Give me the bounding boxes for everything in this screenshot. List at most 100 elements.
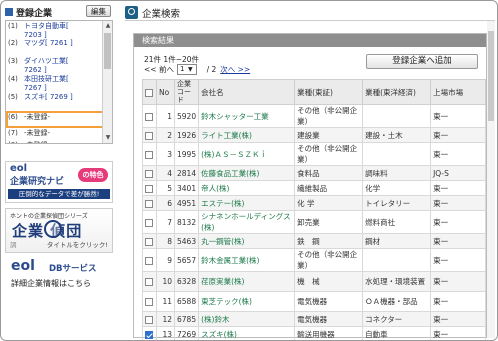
- row-company-name[interactable]: スズキ(株): [198, 326, 296, 340]
- row-no: 12: [156, 311, 175, 327]
- scroll-thumb[interactable]: [104, 33, 111, 69]
- list-item[interactable]: (2) マツダ[ 7261 ]: [6, 39, 102, 48]
- db-service-link[interactable]: 詳細企業情報はこちら: [11, 278, 91, 289]
- table-row: 5 3401 帝人(株) 繊維製品 化学 東一: [142, 180, 486, 196]
- list-item-label[interactable]: マツダ[ 7261 ]: [24, 39, 73, 48]
- row-checkbox[interactable]: [145, 278, 153, 286]
- row-industry-toyo: 建設・土木: [362, 127, 432, 143]
- eol-db-service-banner[interactable]: eol DBサービス 詳細企業情報はこちら: [5, 258, 113, 294]
- row-checkbox-cell[interactable]: [142, 326, 157, 340]
- table-row: 12 6785 (株)鈴木 電気機器 コネクター 東一: [142, 311, 486, 327]
- row-checkbox[interactable]: [145, 112, 153, 121]
- list-item[interactable]: (5) スズキ[ 7269 ]: [6, 93, 102, 102]
- list-item-line: ダイハツ工業[: [24, 57, 69, 65]
- row-company-code: 4951: [173, 195, 200, 211]
- row-company-name[interactable]: (株)ＡＳ－ＳＺＫｉ: [198, 142, 296, 166]
- main-scrollbar[interactable]: [487, 21, 495, 338]
- add-to-registered-button[interactable]: 登録企業へ追加: [366, 54, 478, 69]
- list-item-label[interactable]: トヨタ自動車[7203 ]: [24, 22, 69, 40]
- page-select[interactable]: 1: [176, 64, 197, 75]
- row-checkbox-cell[interactable]: [142, 127, 157, 143]
- prev-page-link[interactable]: << 前へ: [144, 64, 174, 75]
- table-row: 1 5920 鈴木シャッター工業 その他（非公開企業） 東一: [142, 104, 486, 128]
- row-company-name[interactable]: 佐藤食品工業(株): [198, 165, 296, 181]
- row-checkbox-cell[interactable]: [142, 142, 157, 166]
- chevron-down-icon[interactable]: ▼: [188, 66, 193, 73]
- row-checkbox[interactable]: [145, 184, 153, 193]
- row-checkbox[interactable]: [145, 131, 153, 140]
- col-industry-toyo: 業種(東洋経済): [362, 79, 432, 105]
- selected-item-highlight: [6, 111, 110, 128]
- row-checkbox-cell[interactable]: [142, 195, 157, 211]
- edit-button[interactable]: 編集: [86, 5, 111, 17]
- row-checkbox-cell[interactable]: [142, 210, 157, 234]
- company-detective-banner[interactable]: ホントの企業探偵団シリーズ 企業 偵団 調 タイトルをクリック!: [5, 208, 113, 253]
- row-market: 東一: [430, 180, 486, 196]
- row-industry-tse: 建設業: [294, 127, 364, 143]
- row-checkbox[interactable]: [145, 237, 153, 246]
- row-company-code: 7269: [173, 326, 200, 340]
- list-item[interactable]: (3) ダイハツ工業[7262 ]: [6, 57, 102, 75]
- row-checkbox-cell[interactable]: [142, 291, 157, 312]
- row-checkbox[interactable]: [145, 315, 153, 324]
- app-window: 登録企業 編集 (1) トヨタ自動車[7203 ] (2) マツダ[ 7261 ] (3…: [0, 0, 498, 341]
- row-checkbox[interactable]: [145, 298, 153, 306]
- row-market: 東一: [430, 311, 486, 327]
- row-market: 東一: [430, 326, 486, 340]
- row-industry-toyo: [362, 104, 432, 128]
- row-company-name[interactable]: 荏原実業(株): [198, 271, 296, 292]
- list-item[interactable]: (4) 本田技研工業[7267 ]: [6, 75, 102, 93]
- row-checkbox-cell[interactable]: [142, 248, 157, 272]
- list-item-label: -未登録-: [24, 129, 50, 138]
- row-checkbox[interactable]: [145, 218, 153, 227]
- row-company-name[interactable]: 帝人(株): [198, 180, 296, 196]
- row-company-name[interactable]: 東芝テック(株): [198, 291, 296, 312]
- row-checkbox[interactable]: [145, 199, 153, 208]
- page-title: 企業検索: [142, 8, 181, 20]
- scroll-up-icon[interactable]: ▲: [103, 21, 112, 31]
- eol-research-navi-banner[interactable]: eol 企業研究ナビ の特色 圧倒的なデータで差が勝然!: [5, 161, 113, 203]
- row-company-name[interactable]: 鈴木金属工業(株): [198, 248, 296, 272]
- row-company-name[interactable]: エステー(株): [198, 195, 296, 211]
- row-company-name[interactable]: 丸一鋼管(株): [198, 233, 296, 249]
- list-item-line: -未登録-: [24, 129, 51, 137]
- row-checkbox[interactable]: [145, 150, 153, 159]
- table-row: 9 5657 鈴木金属工業(株) その他（非公開企業） 東一: [142, 248, 486, 272]
- row-industry-tse: 電気機器: [294, 291, 364, 312]
- row-checkbox-cell[interactable]: [142, 165, 157, 181]
- list-item[interactable]: (8)-未登録-: [6, 141, 102, 143]
- main-scroll-thumb[interactable]: [488, 31, 494, 121]
- row-company-name[interactable]: (株)鈴木: [198, 311, 296, 327]
- select-all-header[interactable]: [142, 79, 157, 105]
- list-scrollbar[interactable]: ▲ ▼: [102, 21, 112, 143]
- row-market: JQ-S: [430, 165, 486, 181]
- row-company-name[interactable]: 鈴木シャッター工業: [198, 104, 296, 128]
- row-checkbox-cell[interactable]: [142, 180, 157, 196]
- row-industry-toyo: 調味料: [362, 165, 432, 181]
- row-checkbox[interactable]: [145, 256, 153, 265]
- row-industry-toyo: 自動車: [362, 326, 432, 340]
- table-row: 3 1995 (株)ＡＳ－ＳＺＫｉ その他（非公開企業） 東一: [142, 142, 486, 166]
- row-company-code: 1926: [173, 127, 200, 143]
- row-checkbox[interactable]: [145, 330, 153, 339]
- list-item-label[interactable]: スズキ[ 7269 ]: [24, 93, 73, 102]
- next-page-link[interactable]: 次へ >>: [220, 64, 250, 75]
- list-item-label[interactable]: 本田技研工業[7267 ]: [24, 75, 69, 93]
- row-company-name[interactable]: ライト工業(株): [198, 127, 296, 143]
- row-company-code: 1995: [173, 142, 200, 166]
- list-item[interactable]: (1) トヨタ自動車[7203 ]: [6, 22, 102, 40]
- list-item-line: トヨタ自動車[: [24, 22, 69, 30]
- row-checkbox[interactable]: [145, 169, 153, 178]
- main-content: 企業検索 検索結果 21件 1件~20件 << 前へ 1 ▼ / 2 次へ >>…: [125, 5, 495, 340]
- list-item-line: 7267 ]: [24, 84, 47, 92]
- row-company-name[interactable]: シナネンホールディングス(株): [198, 210, 296, 234]
- list-item-label[interactable]: ダイハツ工業[7262 ]: [24, 57, 69, 75]
- row-checkbox-cell[interactable]: [142, 311, 157, 327]
- select-all-checkbox[interactable]: [145, 88, 153, 97]
- list-item[interactable]: (7) -未登録-: [6, 129, 102, 138]
- row-checkbox-cell[interactable]: [142, 233, 157, 249]
- row-industry-toyo: トイレタリー: [362, 195, 432, 211]
- row-checkbox-cell[interactable]: [142, 271, 157, 292]
- row-checkbox-cell[interactable]: [142, 104, 157, 128]
- scroll-down-icon[interactable]: ▼: [103, 133, 112, 143]
